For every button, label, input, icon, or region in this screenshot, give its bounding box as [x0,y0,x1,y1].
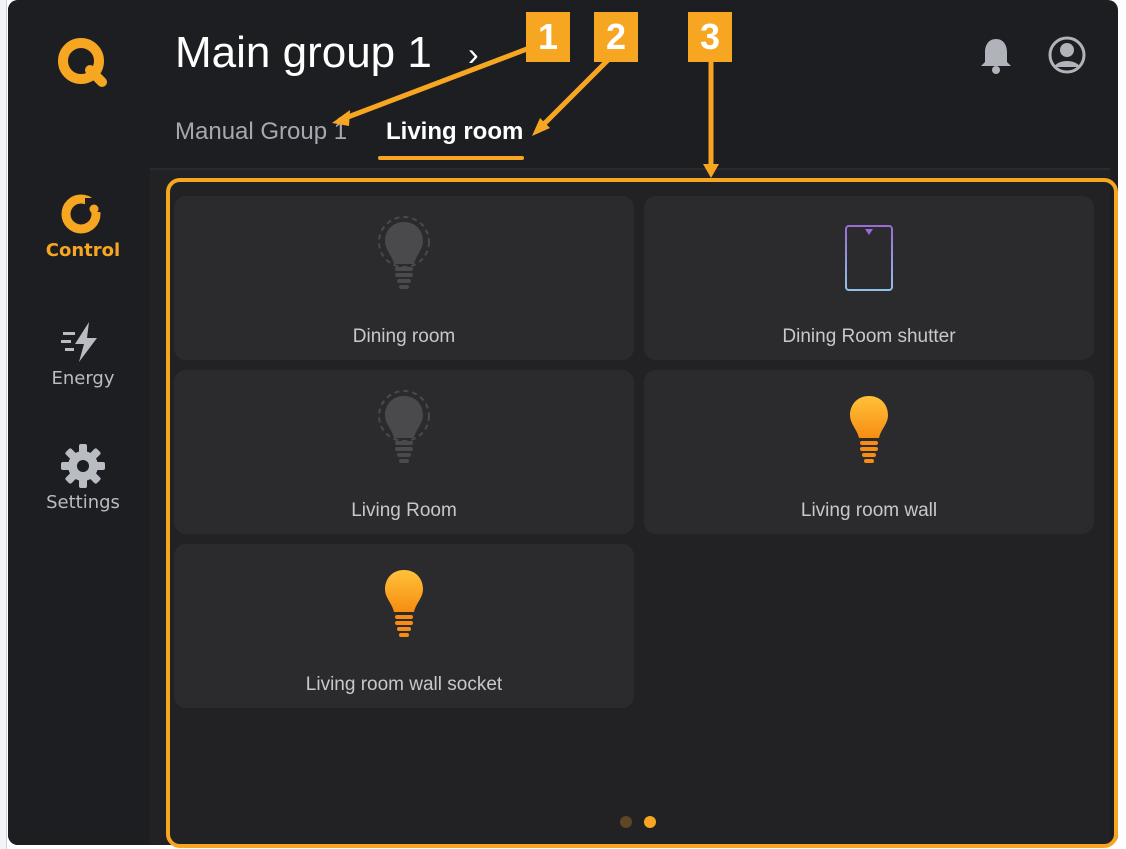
q-logo-icon [58,38,107,87]
energy-icon [61,322,97,362]
sidebar-item-label: Control [45,240,121,261]
sidebar-item-control[interactable]: Control [8,190,158,261]
shutter-icon [845,225,893,291]
tab-living-room[interactable]: Living room [386,118,523,146]
device-tile-living-room[interactable]: Living Room [174,370,634,534]
device-label: Living Room [351,500,457,521]
account-icon[interactable] [1048,36,1086,74]
bulb-on-icon [850,396,888,463]
device-tile-dining-room-shutter[interactable]: Dining Room shutter [644,196,1094,360]
tab-manual-group-1[interactable]: Manual Group 1 [175,118,347,146]
page-title: Main group 1 [175,28,432,77]
active-tab-indicator [378,156,524,160]
bell-icon[interactable] [978,36,1014,74]
device-label: Dining Room shutter [782,326,956,347]
callout-badge-1: 1 [526,12,570,62]
device-label: Dining room [352,326,456,347]
sidebar-item-energy[interactable]: Energy [8,318,158,389]
pager-dot-2[interactable] [644,816,656,828]
control-icon [61,194,105,234]
callout-badge-2: 2 [594,12,638,62]
title-chevron-icon[interactable]: › [468,36,479,73]
device-tile-living-room-wall[interactable]: Living room wall [644,370,1094,534]
sidebar-item-label: Energy [51,368,115,389]
device-label: Living room wall [800,500,938,521]
bulb-off-icon [378,216,430,289]
gear-icon [61,444,105,488]
sidebar-item-label: Settings [46,492,120,513]
bulb-off-icon [378,390,430,463]
device-tile-dining-room[interactable]: Dining room [174,196,634,360]
window-edge [0,0,7,849]
sidebar-item-settings[interactable]: Settings [8,442,158,513]
device-label: Living room wall socket [305,674,503,695]
device-tile-living-room-wall-socket[interactable]: Living room wall socket [174,544,634,708]
callout-badge-3: 3 [688,12,732,62]
bulb-on-icon [385,570,423,637]
sidebar: Control Energy Settings [8,0,158,845]
pager-dot-1[interactable] [620,816,632,828]
